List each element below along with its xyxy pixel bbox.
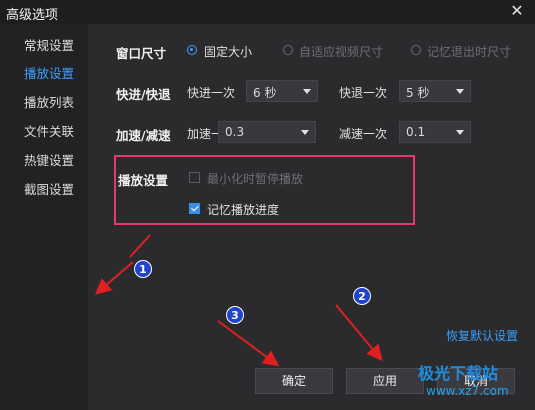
arrow-1 xyxy=(94,261,134,295)
arrow-1-tail xyxy=(129,234,151,258)
step-badge-2: 2 xyxy=(353,287,371,305)
watermark-text: 极光下载站 xyxy=(418,364,499,383)
step-badge-3: 3 xyxy=(226,306,244,324)
watermark-url: www.xz7.com xyxy=(426,384,509,398)
arrow-3 xyxy=(217,320,280,367)
step-badge-1: 1 xyxy=(134,260,152,278)
arrow-2 xyxy=(335,304,383,362)
annotation-arrows xyxy=(94,234,383,367)
